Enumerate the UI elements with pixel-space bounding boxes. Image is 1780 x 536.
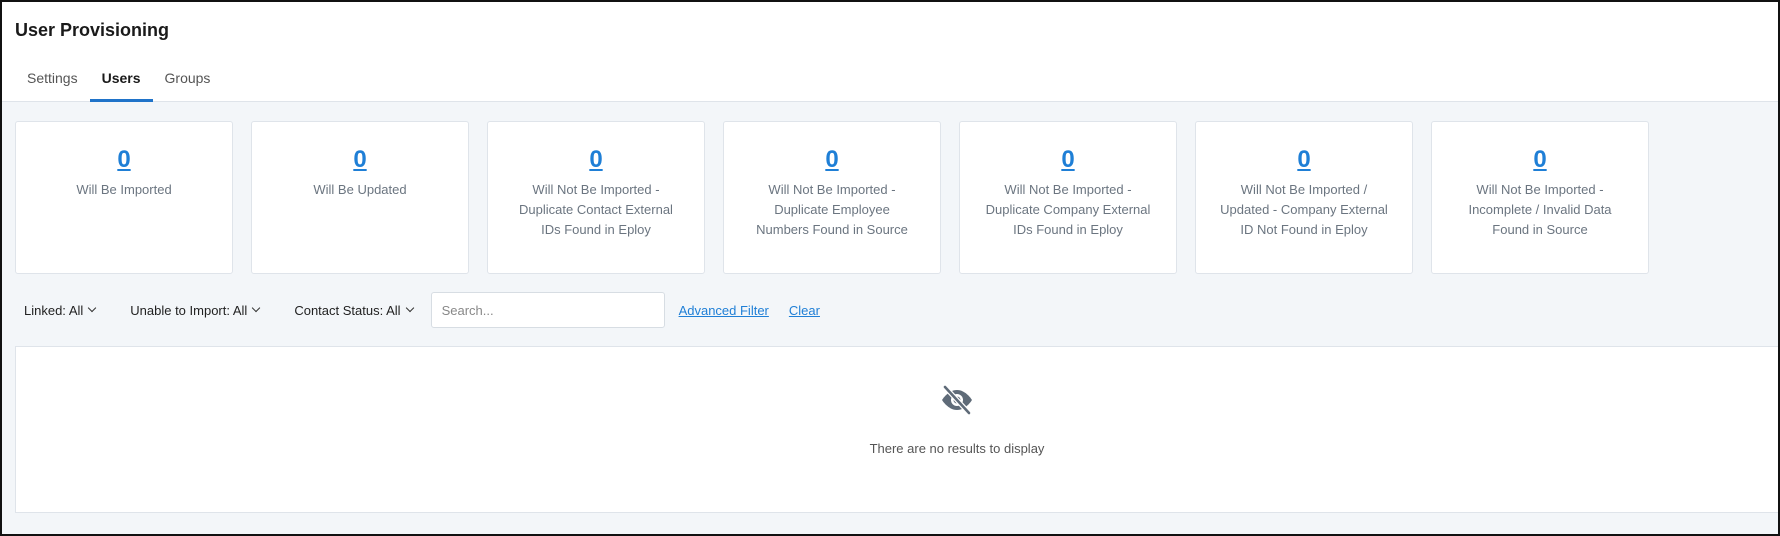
- chevron-down-icon: [405, 303, 414, 313]
- summary-card-label: Will Be Imported: [76, 182, 172, 197]
- summary-card-duplicate-company-ids: 0 Will Not Be Imported - Duplicate Compa…: [959, 121, 1177, 274]
- tab-groups[interactable]: Groups: [153, 62, 223, 102]
- tab-settings[interactable]: Settings: [15, 62, 90, 102]
- summary-cards: 0 Will Be Imported 0 Will Be Updated 0 W…: [15, 121, 1649, 274]
- page-header: User Provisioning Settings Users Groups: [2, 2, 1778, 102]
- linked-filter-dropdown[interactable]: Linked: All: [15, 302, 97, 318]
- search-input[interactable]: [430, 292, 665, 328]
- summary-card-label: Will Not Be Imported - Duplicate Company…: [985, 182, 1151, 237]
- summary-card-duplicate-contact-ids: 0 Will Not Be Imported - Duplicate Conta…: [487, 121, 705, 274]
- chevron-down-icon: [88, 303, 97, 313]
- summary-count-link[interactable]: 0: [825, 146, 838, 174]
- summary-card-label: Will Not Be Imported - Incomplete / Inva…: [1468, 182, 1612, 237]
- summary-card-will-be-updated: 0 Will Be Updated: [251, 121, 469, 274]
- advanced-filter-link[interactable]: Advanced Filter: [679, 303, 769, 318]
- clear-filters-link[interactable]: Clear: [789, 303, 820, 318]
- summary-count-link[interactable]: 0: [589, 146, 602, 174]
- summary-card-label: Will Be Updated: [313, 182, 407, 197]
- summary-count-link[interactable]: 0: [117, 146, 130, 174]
- unable-to-import-filter-dropdown[interactable]: Unable to Import: All: [121, 302, 261, 318]
- chevron-down-icon: [252, 303, 261, 313]
- linked-filter-label: Linked: All: [24, 302, 84, 318]
- app-frame: User Provisioning Settings Users Groups …: [0, 0, 1780, 536]
- summary-card-will-be-imported: 0 Will Be Imported: [15, 121, 233, 274]
- tab-users[interactable]: Users: [89, 62, 153, 102]
- page-title: User Provisioning: [15, 20, 170, 40]
- unable-to-import-filter-label: Unable to Import: All: [130, 302, 248, 318]
- summary-card-label: Will Not Be Imported - Duplicate Contact…: [519, 182, 673, 237]
- summary-card-company-id-not-found: 0 Will Not Be Imported / Updated - Compa…: [1195, 121, 1413, 274]
- summary-count-link[interactable]: 0: [353, 146, 366, 174]
- summary-count-link[interactable]: 0: [1061, 146, 1074, 174]
- tab-bar: Settings Users Groups: [15, 62, 222, 102]
- summary-count-link[interactable]: 0: [1533, 146, 1546, 174]
- eye-slash-icon: [942, 385, 972, 415]
- summary-card-invalid-data: 0 Will Not Be Imported - Incomplete / In…: [1431, 121, 1649, 274]
- summary-card-duplicate-employee-numbers: 0 Will Not Be Imported - Duplicate Emplo…: [723, 121, 941, 274]
- contact-status-filter-dropdown[interactable]: Contact Status: All: [285, 302, 414, 318]
- summary-card-label: Will Not Be Imported / Updated - Company…: [1220, 182, 1388, 237]
- summary-count-link[interactable]: 0: [1297, 146, 1310, 174]
- filter-bar: Linked: All Unable to Import: All Contac…: [15, 292, 820, 328]
- empty-results-message: There are no results to display: [869, 441, 1045, 456]
- contact-status-filter-label: Contact Status: All: [294, 302, 401, 318]
- results-panel: There are no results to display: [15, 346, 1778, 513]
- summary-card-label: Will Not Be Imported - Duplicate Employe…: [756, 182, 908, 237]
